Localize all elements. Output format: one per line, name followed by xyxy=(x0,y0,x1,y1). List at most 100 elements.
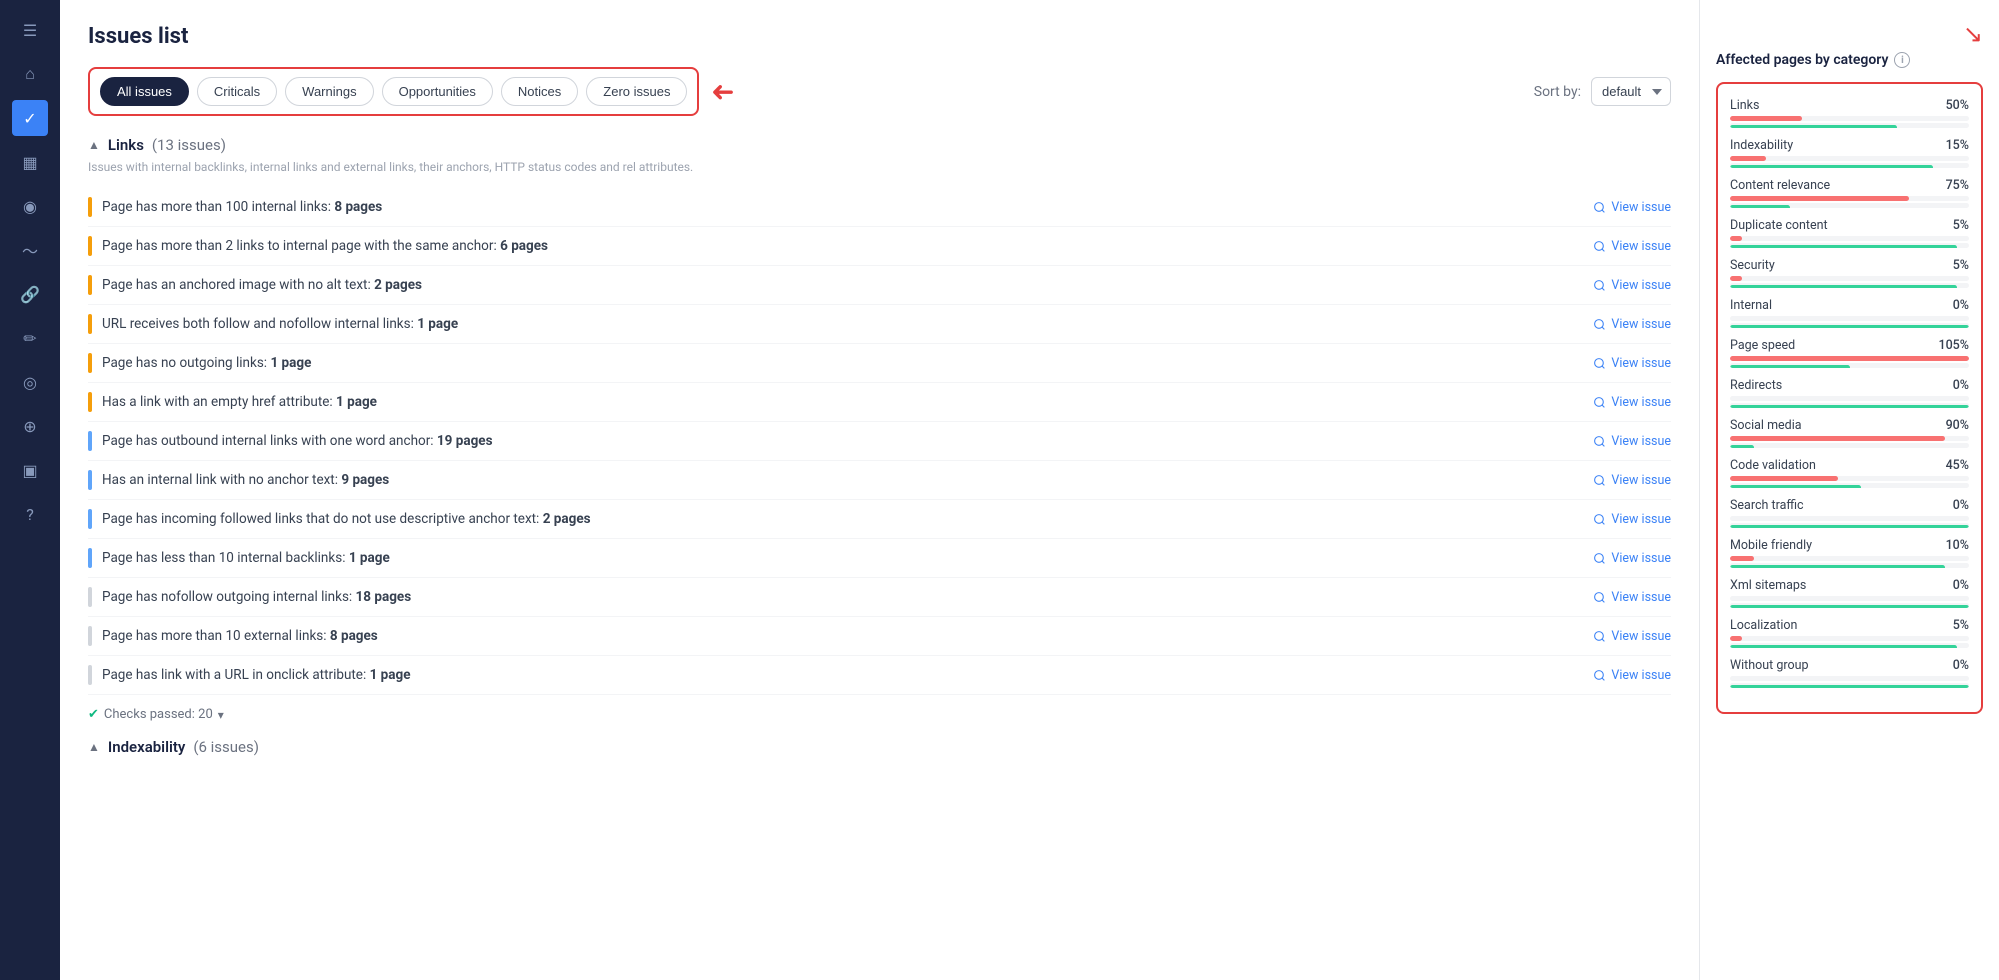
filter-bar-wrapper: All issues Criticals Warnings Opportunities… xyxy=(88,67,1671,116)
issue-row: Page has more than 100 internal links: 8… xyxy=(88,188,1671,227)
issue-row-left: Has a link with an empty href attribute:… xyxy=(88,392,377,412)
home-icon[interactable]: ⌂ xyxy=(12,56,48,92)
view-issue-button[interactable]: View issue xyxy=(1593,434,1671,449)
filter-tab-criticals[interactable]: Criticals xyxy=(197,77,277,106)
category-row: Internal 0% xyxy=(1730,298,1969,328)
activity-icon[interactable]: 〜 xyxy=(12,232,48,268)
category-name: Social media xyxy=(1730,418,1802,433)
grid-icon[interactable]: ▦ xyxy=(12,144,48,180)
filter-bar: All issues Criticals Warnings Opportunities… xyxy=(88,67,699,116)
green-bar xyxy=(1730,325,1969,328)
category-row: Content relevance 75% xyxy=(1730,178,1969,208)
red-bar-container xyxy=(1730,316,1969,321)
issue-text: Page has more than 100 internal links: 8… xyxy=(102,199,382,215)
sort-select[interactable]: default xyxy=(1591,77,1671,106)
issue-text: Has a link with an empty href attribute:… xyxy=(102,394,377,410)
right-panel: ↘ Affected pages by category i Links 50%… xyxy=(1699,0,1999,980)
issue-indicator xyxy=(88,275,92,295)
red-bar-container xyxy=(1730,476,1969,481)
check-icon: ✔ xyxy=(88,707,99,722)
indexability-section: ▲ Indexability (6 issues) xyxy=(88,738,1671,756)
category-pct: 90% xyxy=(1946,418,1969,433)
issue-text: Page has outbound internal links with on… xyxy=(102,433,493,449)
checkbox-icon[interactable]: ✓ xyxy=(12,100,48,136)
filter-tab-all-issues[interactable]: All issues xyxy=(100,77,189,106)
category-label-row: Duplicate content 5% xyxy=(1730,218,1969,233)
category-row: Search traffic 0% xyxy=(1730,498,1969,528)
issues-list-links: Page has more than 100 internal links: 8… xyxy=(88,188,1671,695)
issue-text: Has an internal link with no anchor text… xyxy=(102,472,389,488)
category-row: Without group 0% xyxy=(1730,658,1969,688)
view-issue-button[interactable]: View issue xyxy=(1593,395,1671,410)
filter-tab-zero-issues[interactable]: Zero issues xyxy=(586,77,687,106)
view-issue-button[interactable]: View issue xyxy=(1593,629,1671,644)
chevron-up-icon-2[interactable]: ▲ xyxy=(88,740,100,754)
issue-text: Page has less than 10 internal backlinks… xyxy=(102,550,390,566)
issue-indicator xyxy=(88,197,92,217)
scan-icon[interactable]: ◉ xyxy=(12,188,48,224)
category-name: Links xyxy=(1730,98,1759,113)
view-issue-button[interactable]: View issue xyxy=(1593,590,1671,605)
issue-text: Page has link with a URL in onclick attr… xyxy=(102,667,411,683)
view-issue-button[interactable]: View issue xyxy=(1593,200,1671,215)
info-icon[interactable]: i xyxy=(1894,52,1910,68)
category-name: Security xyxy=(1730,258,1775,273)
issue-text: Page has incoming followed links that do… xyxy=(102,511,591,527)
category-bars xyxy=(1730,316,1969,328)
view-issue-button[interactable]: View issue xyxy=(1593,668,1671,683)
hamburger-icon[interactable]: ☰ xyxy=(12,12,48,48)
issue-indicator xyxy=(88,314,92,334)
red-bar-container xyxy=(1730,196,1969,201)
filter-tab-opportunities[interactable]: Opportunities xyxy=(382,77,493,106)
arrow-annotation-panel: ↘ xyxy=(1963,20,1983,48)
view-issue-button[interactable]: View issue xyxy=(1593,356,1671,371)
red-bar xyxy=(1730,236,1742,241)
view-issue-button[interactable]: View issue xyxy=(1593,551,1671,566)
sidebar: ☰ ⌂ ✓ ▦ ◉ 〜 🔗 ✏ ◎ ⊕ ▣ ? xyxy=(0,0,60,980)
view-issue-button[interactable]: View issue xyxy=(1593,317,1671,332)
issue-row-left: Page has an anchored image with no alt t… xyxy=(88,275,422,295)
category-pct: 5% xyxy=(1953,258,1969,273)
view-issue-button[interactable]: View issue xyxy=(1593,473,1671,488)
chevron-down-icon[interactable]: ▾ xyxy=(218,708,224,722)
green-bar xyxy=(1730,205,1790,208)
green-bar xyxy=(1730,525,1969,528)
arrow-annotation-filter: ➜ xyxy=(711,75,734,108)
view-issue-button[interactable]: View issue xyxy=(1593,239,1671,254)
category-pct: 0% xyxy=(1953,578,1969,593)
red-bar xyxy=(1730,156,1766,161)
category-label-row: Indexability 15% xyxy=(1730,138,1969,153)
category-bars xyxy=(1730,236,1969,248)
category-label-row: Social media 90% xyxy=(1730,418,1969,433)
help-icon[interactable]: ? xyxy=(12,496,48,532)
green-bar-container xyxy=(1730,283,1969,288)
section-desc-links: Issues with internal backlinks, internal… xyxy=(88,160,1671,174)
filter-tab-notices[interactable]: Notices xyxy=(501,77,578,106)
green-bar xyxy=(1730,485,1861,488)
target-icon[interactable]: ◎ xyxy=(12,364,48,400)
chevron-up-icon[interactable]: ▲ xyxy=(88,138,100,152)
category-label-row: Internal 0% xyxy=(1730,298,1969,313)
edit-icon[interactable]: ✏ xyxy=(12,320,48,356)
category-name: Duplicate content xyxy=(1730,218,1828,233)
green-bar-container xyxy=(1730,483,1969,488)
view-issue-button[interactable]: View issue xyxy=(1593,512,1671,527)
filter-tab-warnings[interactable]: Warnings xyxy=(285,77,373,106)
red-bar-container xyxy=(1730,636,1969,641)
issue-row-left: Page has no outgoing links: 1 page xyxy=(88,353,311,373)
plus-circle-icon[interactable]: ⊕ xyxy=(12,408,48,444)
issue-indicator xyxy=(88,548,92,568)
view-issue-button[interactable]: View issue xyxy=(1593,278,1671,293)
category-bars xyxy=(1730,556,1969,568)
red-bar-container xyxy=(1730,276,1969,281)
category-label-row: Without group 0% xyxy=(1730,658,1969,673)
red-bar-container xyxy=(1730,116,1969,121)
sort-label: Sort by: xyxy=(1534,84,1581,100)
card-icon[interactable]: ▣ xyxy=(12,452,48,488)
section-title-indexability: Indexability xyxy=(108,738,185,756)
issue-indicator xyxy=(88,626,92,646)
issue-row-left: Page has outbound internal links with on… xyxy=(88,431,493,451)
green-bar xyxy=(1730,125,1897,128)
link-icon[interactable]: 🔗 xyxy=(12,276,48,312)
category-bars xyxy=(1730,596,1969,608)
